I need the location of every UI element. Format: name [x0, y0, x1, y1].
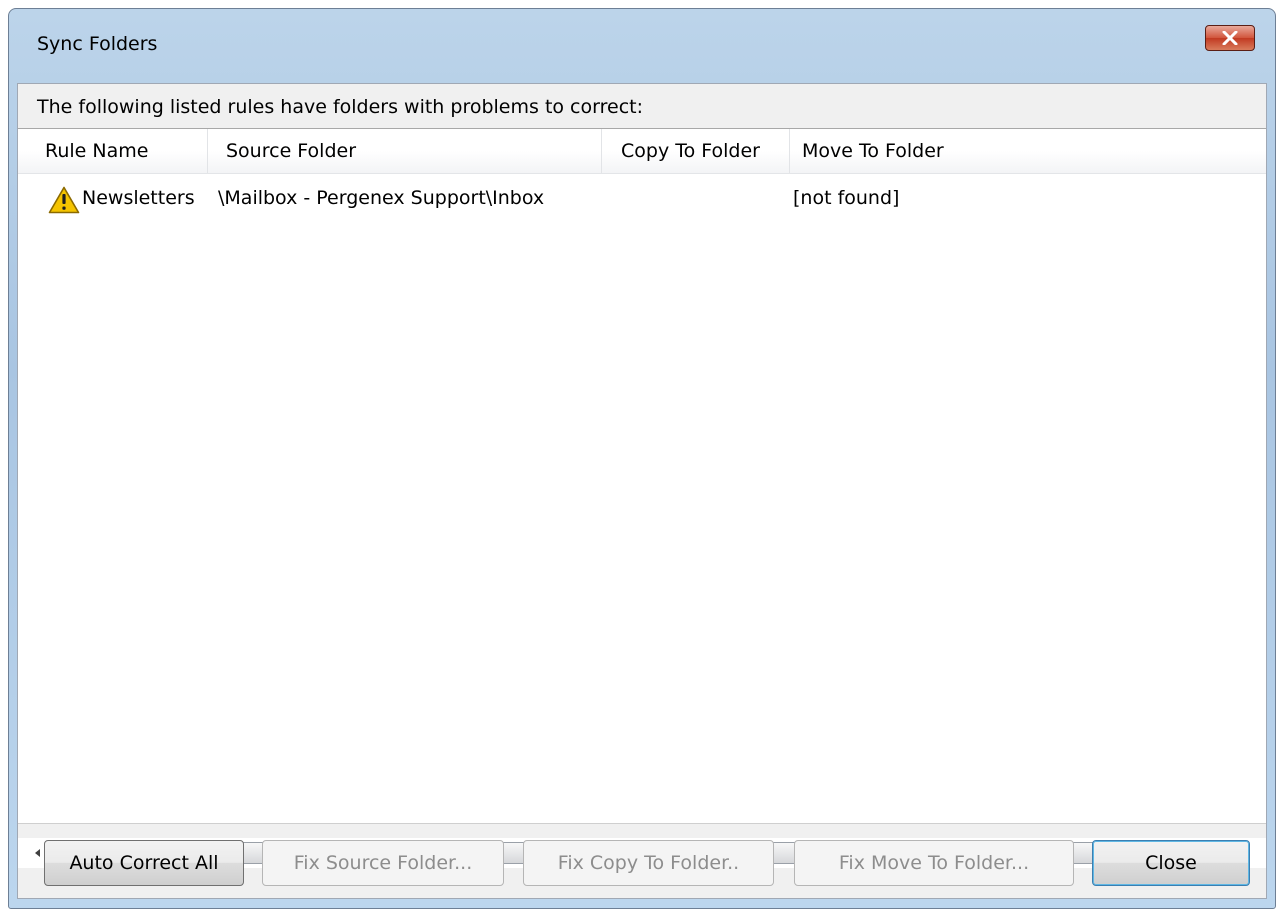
rule-name-cell: Newsletters	[82, 187, 195, 209]
fix-move-to-folder-button[interactable]: Fix Move To Folder...	[794, 840, 1074, 886]
list-header: Rule Name Source Folder Copy To Folder M…	[18, 129, 1266, 174]
scroll-left-icon[interactable]	[32, 847, 44, 859]
column-header-source-folder[interactable]: Source Folder	[226, 129, 356, 173]
column-header-move-to-folder[interactable]: Move To Folder	[802, 129, 944, 173]
auto-correct-all-button[interactable]: Auto Correct All	[44, 840, 244, 886]
column-divider[interactable]	[789, 129, 790, 173]
table-row[interactable]: Newsletters \Mailbox - Pergenex Support\…	[18, 182, 1266, 214]
fix-source-folder-button[interactable]: Fix Source Folder...	[262, 840, 504, 886]
move-to-folder-cell: [not found]	[793, 187, 900, 209]
close-icon	[1222, 31, 1238, 45]
sync-folders-window: Sync Folders The following listed rules …	[8, 8, 1276, 909]
fix-copy-to-folder-button[interactable]: Fix Copy To Folder..	[523, 840, 774, 886]
close-button[interactable]: Close	[1092, 840, 1250, 886]
column-header-rule-name[interactable]: Rule Name	[45, 129, 148, 173]
window-close-button[interactable]	[1205, 25, 1255, 51]
source-folder-cell: \Mailbox - Pergenex Support\Inbox	[218, 187, 545, 209]
problem-description: The following listed rules have folders …	[37, 96, 643, 118]
column-divider[interactable]	[601, 129, 602, 173]
warning-icon	[48, 186, 80, 214]
column-divider[interactable]	[207, 129, 208, 173]
title-bar[interactable]: Sync Folders	[9, 9, 1275, 83]
rules-list-view[interactable]: Rule Name Source Folder Copy To Folder M…	[18, 128, 1266, 868]
column-header-copy-to-folder[interactable]: Copy To Folder	[621, 129, 760, 173]
dialog-client-area: The following listed rules have folders …	[17, 83, 1267, 899]
window-title: Sync Folders	[37, 33, 158, 55]
